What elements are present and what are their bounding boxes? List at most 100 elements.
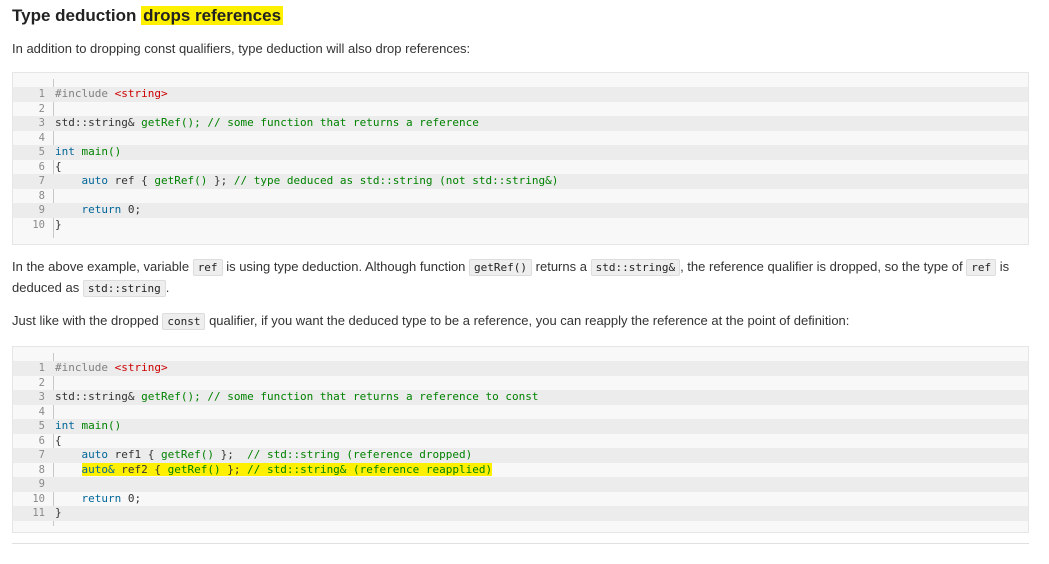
main-function: main() (81, 145, 122, 158)
code-line: 6 { (13, 160, 1028, 175)
code-line: 9 (13, 477, 1028, 492)
code-comment: // some function that returns a referenc… (207, 390, 539, 403)
close-brace: } (55, 217, 62, 231)
line-number: 6 (38, 160, 45, 173)
variable-decl: ref { (114, 174, 155, 187)
code-line: 8 (13, 189, 1028, 204)
preprocessor-keyword: #include (55, 87, 108, 100)
code-line: 8 auto& ref2 { getRef() }; // std::strin… (13, 462, 1028, 478)
text: Just like with the dropped (12, 313, 159, 328)
line-number: 3 (38, 391, 45, 403)
code-line: 2 (13, 102, 1028, 117)
line-number: 7 (38, 449, 45, 461)
line-number: 10 (32, 218, 45, 231)
line-number: 9 (38, 204, 45, 216)
line-number: 8 (38, 463, 45, 476)
decl-function: getRef(); (141, 390, 201, 403)
code-line: 7 auto ref { getRef() }; // type deduced… (13, 174, 1028, 189)
line-number: 10 (32, 492, 45, 505)
code-line: 9 return 0; (13, 203, 1028, 218)
section-divider (12, 543, 1029, 544)
section-heading: Type deduction drops references (12, 6, 284, 26)
code-block-2: 1 #include <string> 2 3 std::string& get… (12, 346, 1029, 533)
text: returns a (535, 259, 587, 274)
statement-tail: }; (207, 174, 228, 187)
inline-code: std::string& (590, 259, 681, 276)
heading-highlighted-text: drops references (141, 6, 284, 25)
code-line: 4 (13, 405, 1028, 420)
line-number: 7 (38, 175, 45, 187)
line-number: 4 (38, 131, 45, 144)
keyword: return (81, 491, 122, 505)
inline-code: ref (966, 259, 997, 276)
line-number: 4 (38, 405, 45, 418)
line-number: 5 (38, 146, 45, 158)
line-number: 11 (32, 507, 45, 519)
return-value: 0; (121, 491, 142, 505)
code-line: 11 } (13, 506, 1028, 521)
inline-code: const (162, 313, 206, 330)
function-call: getRef() (160, 448, 214, 461)
keyword: auto (81, 174, 109, 187)
heading-text: Type deduction (12, 6, 137, 25)
highlighted-code: auto& ref2 { getRef() }; // std::string&… (81, 462, 493, 476)
code-block-1: 1 #include <string> 2 3 std::string& get… (12, 72, 1029, 245)
decl-type: std::string& (55, 116, 135, 129)
code-comment: // std::string (reference dropped) (247, 448, 473, 461)
decl-type: std::string& (55, 390, 135, 403)
variable-decl: ref1 { (114, 448, 161, 461)
include-file: <string> (114, 87, 168, 100)
code-line: 3 std::string& getRef(); // some functio… (13, 390, 1028, 405)
text: , the reference qualifier is dropped, so… (680, 259, 963, 274)
code-line: 2 (13, 376, 1028, 391)
line-number: 1 (38, 88, 45, 100)
line-number: 9 (38, 478, 45, 490)
open-brace: { (55, 433, 62, 447)
close-brace: } (55, 506, 62, 519)
code-comment: // std::string& (reference reapplied) (247, 462, 493, 476)
code-line: 3 std::string& getRef(); // some functio… (13, 116, 1028, 131)
text: is using type deduction. Although functi… (226, 259, 466, 274)
function-call: getRef() (167, 462, 221, 476)
reapply-paragraph: Just like with the dropped const qualifi… (12, 310, 849, 332)
keyword: int (55, 145, 75, 158)
keyword: return (81, 203, 122, 216)
code-line: 10 } (13, 218, 1028, 233)
inline-code: std::string (82, 280, 166, 297)
text: In the above example, variable (12, 259, 190, 274)
include-file: <string> (114, 361, 168, 374)
code-line: 6 { (13, 434, 1028, 449)
code-comment: // type deduced as std::string (not std:… (233, 174, 559, 187)
code-line: 1 #include <string> (13, 361, 1028, 376)
text: is (999, 259, 1010, 274)
text: qualifier, if you want the deduced type … (209, 313, 850, 328)
variable-decl: ref2 { (114, 462, 168, 476)
line-number: 8 (38, 189, 45, 202)
code-line: 5 int main() (13, 145, 1028, 160)
text: deduced as (12, 280, 80, 295)
explanation-paragraph-line1: In the above example, variable ref is us… (12, 256, 1009, 278)
intro-paragraph: In addition to dropping const qualifiers… (12, 41, 471, 56)
line-number: 5 (38, 420, 45, 432)
keyword: auto& (81, 462, 115, 476)
code-line: 1 #include <string> (13, 87, 1028, 102)
main-function: main() (81, 419, 122, 432)
statement-tail: }; (220, 462, 248, 476)
keyword: int (55, 419, 75, 432)
code-line: 7 auto ref1 { getRef() }; // std::string… (13, 448, 1028, 463)
inline-code: ref (192, 259, 223, 276)
code-line: 10 return 0; (13, 492, 1028, 507)
line-number: 3 (38, 117, 45, 129)
decl-function: getRef(); (141, 116, 201, 129)
function-call: getRef() (154, 174, 208, 187)
open-brace: { (55, 159, 62, 173)
line-number: 2 (38, 376, 45, 389)
text: . (165, 280, 170, 295)
statement-tail: }; (213, 448, 248, 461)
keyword: auto (81, 448, 109, 461)
return-value: 0; (121, 203, 142, 216)
explanation-paragraph-line2: deduced as std::string. (12, 277, 169, 299)
code-line: 5 int main() (13, 419, 1028, 434)
code-comment: // some function that returns a referenc… (207, 116, 479, 129)
code-line: 4 (13, 131, 1028, 146)
